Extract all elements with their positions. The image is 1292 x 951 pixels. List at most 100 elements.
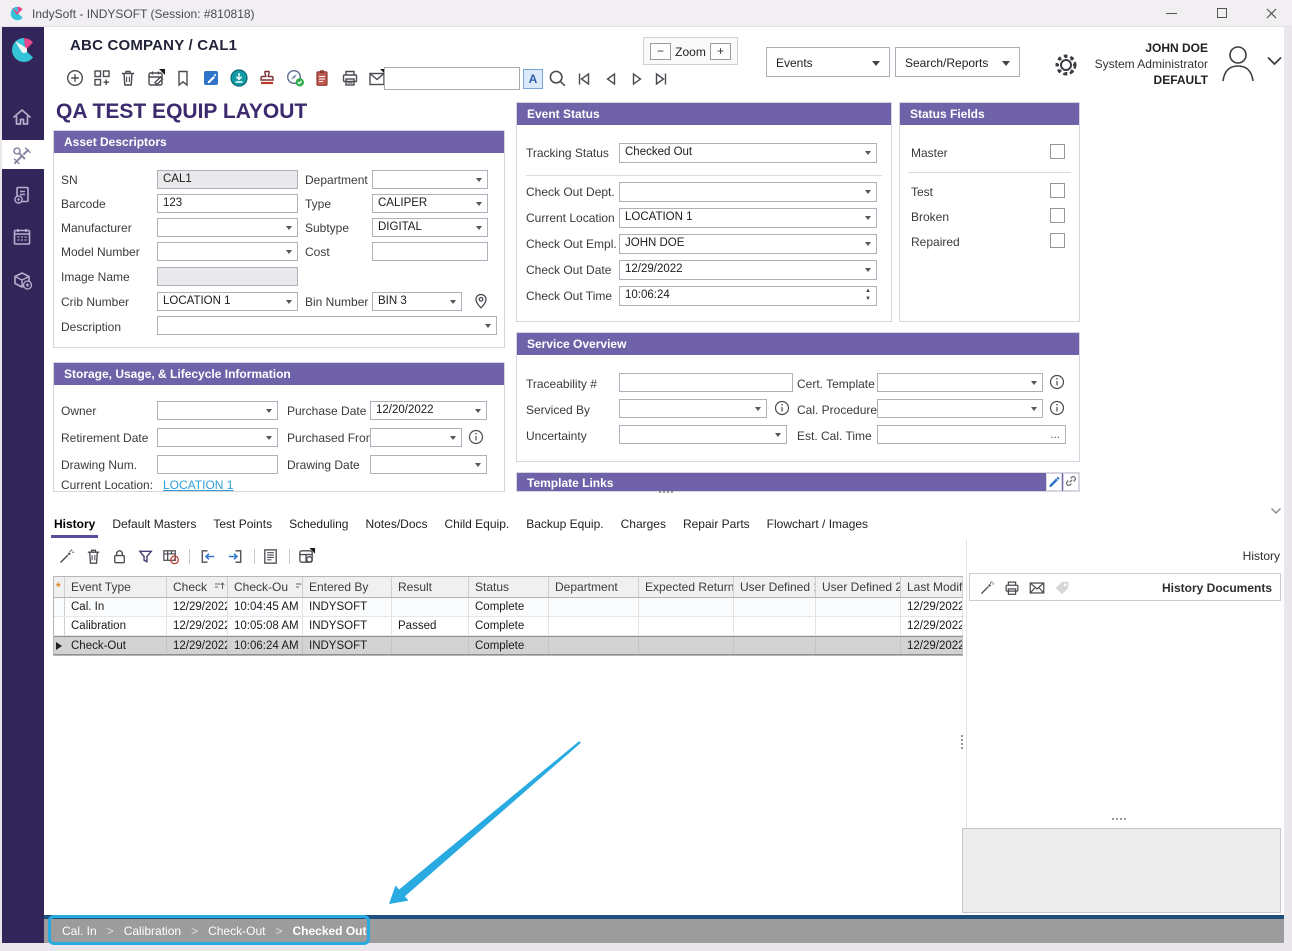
close-button[interactable] — [1255, 0, 1289, 27]
tab-test-points[interactable]: Test Points — [212, 515, 273, 533]
owner-field[interactable] — [157, 401, 278, 420]
tab-repair-parts[interactable]: Repair Parts — [682, 515, 751, 533]
serviced-by-field[interactable] — [619, 399, 767, 418]
wand-icon[interactable] — [57, 547, 76, 566]
grid-column-last-modified[interactable]: Last Modified — [901, 577, 963, 597]
wand-icon[interactable] — [978, 579, 996, 597]
traceability-field[interactable] — [619, 373, 793, 392]
filter-icon[interactable] — [136, 547, 155, 566]
grid-row-1[interactable]: Cal. In12/29/202210:04:45 AMINDYSOFTComp… — [54, 598, 962, 617]
vertical-splitter-handle[interactable] — [961, 735, 963, 749]
check-out-icon[interactable] — [226, 547, 245, 566]
check-in-circle-icon[interactable] — [229, 68, 249, 88]
info-icon[interactable] — [1049, 374, 1065, 390]
drawing-num-field[interactable] — [157, 455, 278, 474]
current-location-field[interactable]: LOCATION 1 — [619, 208, 877, 228]
drawing-date-field[interactable] — [370, 455, 487, 474]
tab-history[interactable]: History — [53, 515, 96, 533]
location-pin-icon[interactable] — [472, 292, 490, 310]
search-icon[interactable] — [547, 68, 568, 89]
collapse-chevron-icon[interactable] — [1270, 504, 1282, 518]
grid-row-2[interactable]: Calibration12/29/202210:05:08 AMINDYSOFT… — [54, 617, 962, 636]
print-icon[interactable] — [340, 68, 360, 88]
grid-column-user-defined-1[interactable]: User Defined 1 — [734, 577, 816, 597]
sidebar-home-icon[interactable] — [11, 106, 33, 128]
minimize-button[interactable] — [1155, 0, 1189, 27]
layout-add-icon[interactable] — [92, 68, 112, 88]
check-in-icon[interactable] — [198, 547, 217, 566]
user-menu-chevron-icon[interactable] — [1266, 55, 1283, 70]
nav-previous-icon[interactable] — [602, 70, 620, 88]
barcode-field[interactable]: 123 — [157, 194, 298, 213]
template-edit-icon[interactable] — [1046, 473, 1062, 491]
add-icon[interactable] — [65, 68, 85, 88]
report-list-icon[interactable] — [261, 547, 280, 566]
events-dropdown[interactable]: Events — [766, 47, 890, 77]
tab-notes-docs[interactable]: Notes/Docs — [364, 515, 428, 533]
tab-child-equip-[interactable]: Child Equip. — [444, 515, 511, 533]
zoom-in-button[interactable]: + — [710, 43, 731, 60]
retirement-date-field[interactable] — [157, 428, 278, 447]
delete-icon[interactable] — [118, 68, 138, 88]
tab-scheduling[interactable]: Scheduling — [288, 515, 349, 533]
splitter-handle[interactable] — [659, 491, 673, 493]
purchased-from-field[interactable] — [370, 428, 462, 447]
cost-field[interactable] — [372, 242, 488, 261]
nav-last-icon[interactable] — [652, 70, 670, 88]
bin-number-field[interactable]: BIN 3 — [372, 292, 462, 311]
maximize-button[interactable] — [1205, 0, 1239, 27]
template-link-icon[interactable] — [1063, 473, 1079, 491]
manufacturer-field[interactable] — [157, 218, 298, 237]
check-out-empl-field[interactable]: JOHN DOE — [619, 234, 877, 254]
search-reports-dropdown[interactable]: Search/Reports — [895, 47, 1020, 77]
tab-backup-equip-[interactable]: Backup Equip. — [525, 515, 604, 533]
avatar-icon[interactable] — [1216, 40, 1260, 84]
tab-default-masters[interactable]: Default Masters — [111, 515, 197, 533]
horizontal-splitter-handle[interactable] — [1112, 818, 1126, 820]
grid-row-3[interactable]: Check-Out12/29/202210:06:24 AMINDYSOFTCo… — [54, 636, 962, 655]
status-field-checkbox-test[interactable] — [1050, 183, 1065, 198]
info-icon[interactable] — [1049, 400, 1065, 416]
sidebar-equipment-icon[interactable] — [11, 145, 33, 167]
grid-column-user-defined-2[interactable]: User Defined 2 — [816, 577, 901, 597]
grid-column-expected-return[interactable]: Expected Return — [639, 577, 734, 597]
exact-match-toggle[interactable]: A — [523, 69, 543, 89]
status-field-checkbox-broken[interactable] — [1050, 208, 1065, 223]
grid-column-check[interactable]: Check — [167, 577, 228, 597]
compass-approve-icon[interactable] — [285, 68, 305, 88]
clipboard-icon[interactable] — [312, 68, 332, 88]
type-field[interactable]: CALIPER — [372, 194, 488, 213]
grid-column-result[interactable]: Result — [392, 577, 469, 597]
grid-clock-icon[interactable] — [161, 547, 180, 566]
model-number-field[interactable] — [157, 242, 298, 261]
subtype-field[interactable]: DIGITAL — [372, 218, 488, 237]
info-icon[interactable] — [774, 400, 790, 416]
info-icon[interactable] — [468, 429, 484, 445]
nav-next-icon[interactable] — [628, 70, 646, 88]
user-info[interactable]: JOHN DOE System Administrator DEFAULT — [1095, 40, 1208, 88]
spinner-icon[interactable]: ▲▼ — [862, 287, 874, 304]
grid-column-department[interactable]: Department — [549, 577, 639, 597]
search-input[interactable] — [384, 67, 520, 90]
nav-first-icon[interactable] — [575, 70, 593, 88]
sidebar-calendar-icon[interactable] — [11, 226, 33, 248]
delete-row-icon[interactable] — [84, 547, 103, 566]
sidebar-inventory-icon[interactable] — [11, 269, 33, 291]
lock-icon[interactable] — [110, 547, 129, 566]
label-icon[interactable] — [1053, 579, 1071, 597]
purchase-date-field[interactable]: 12/20/2022 — [370, 401, 487, 420]
sidebar-billing-icon[interactable] — [11, 184, 33, 206]
grid-column-check-ou[interactable]: Check-Ou — [228, 577, 303, 597]
description-field[interactable] — [157, 316, 497, 335]
email-icon[interactable] — [1028, 579, 1046, 597]
crib-number-field[interactable]: LOCATION 1 — [157, 292, 298, 311]
status-field-checkbox-repaired[interactable] — [1050, 233, 1065, 248]
image-name-field[interactable] — [157, 267, 298, 286]
cal-procedure-field[interactable] — [877, 399, 1043, 418]
department-field[interactable] — [372, 170, 488, 189]
grid-column-status[interactable]: Status — [469, 577, 549, 597]
tracking-status-field[interactable]: Checked Out — [619, 143, 877, 163]
grid-column-entered-by[interactable]: Entered By — [303, 577, 392, 597]
check-out-date-field[interactable]: 12/29/2022 — [619, 260, 877, 280]
grid-options-icon[interactable] — [297, 547, 316, 566]
